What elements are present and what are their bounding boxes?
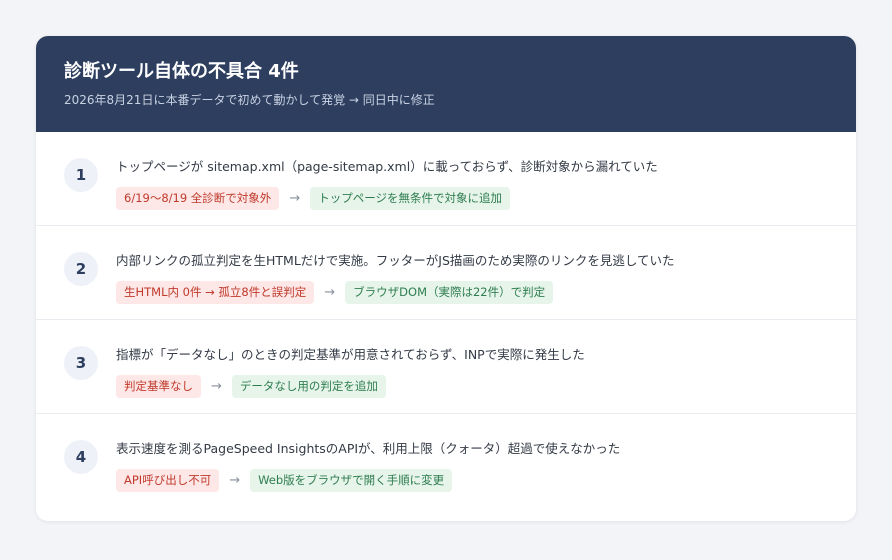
issue-description: 表示速度を測るPageSpeed InsightsのAPIが、利用上限（クォータ… — [116, 441, 621, 456]
issue-row-3: 3 指標が「データなし」のときの判定基準が用意されておらず、INPで実際に発生し… — [36, 320, 856, 414]
issue-fix-chips: 判定基準なし → データなし用の判定を追加 — [116, 375, 386, 398]
arrow-icon: → — [229, 473, 241, 488]
fix-chip: トップページを無条件で対象に追加 — [310, 187, 510, 210]
issue-number-badge: 1 — [64, 158, 98, 192]
issue-fix-chips: API呼び出し不可 → Web版をブラウザで開く手順に変更 — [116, 469, 453, 492]
arrow-icon: → — [289, 191, 301, 206]
card-title: 診断ツール自体の不具合 4件 — [64, 61, 299, 82]
issue-chip: 生HTML内 0件 → 孤立8件と誤判定 — [116, 281, 315, 304]
issue-chip: 判定基準なし — [116, 375, 201, 398]
issue-fix-chips: 6/19〜8/19 全診断で対象外 → トップページを無条件で対象に追加 — [116, 187, 510, 210]
issue-row-4: 4 表示速度を測るPageSpeed InsightsのAPIが、利用上限（クォ… — [36, 414, 856, 508]
issue-row-2: 2 内部リンクの孤立判定を生HTMLだけで実施。フッターがJS描画のため実際のリ… — [36, 226, 856, 320]
issue-chip: 6/19〜8/19 全診断で対象外 — [116, 187, 280, 210]
issue-row-1: 1 トップページが sitemap.xml（page-sitemap.xml）に… — [36, 132, 856, 226]
fix-chip: Web版をブラウザで開く手順に変更 — [250, 469, 453, 492]
issue-chip: API呼び出し不可 — [116, 469, 220, 492]
issue-description: トップページが sitemap.xml（page-sitemap.xml）に載っ… — [116, 159, 658, 174]
fix-chip: データなし用の判定を追加 — [231, 375, 386, 398]
card-header: 診断ツール自体の不具合 4件 2026年8月21日に本番データで初めて動かして発… — [36, 36, 856, 132]
card-subtitle: 2026年8月21日に本番データで初めて動かして発覚 → 同日中に修正 — [64, 93, 435, 107]
issues-card: 診断ツール自体の不具合 4件 2026年8月21日に本番データで初めて動かして発… — [36, 36, 856, 521]
issue-fix-chips: 生HTML内 0件 → 孤立8件と誤判定 → ブラウザDOM（実際は22件）で判… — [116, 281, 554, 304]
issue-number-badge: 3 — [64, 346, 98, 380]
issue-number-badge: 2 — [64, 252, 98, 286]
issue-description: 指標が「データなし」のときの判定基準が用意されておらず、INPで実際に発生した — [116, 347, 585, 362]
arrow-icon: → — [211, 379, 222, 394]
issue-number-badge: 4 — [64, 440, 98, 474]
issue-description: 内部リンクの孤立判定を生HTMLだけで実施。フッターがJS描画のため実際のリンク… — [116, 253, 675, 268]
arrow-icon: → — [324, 285, 336, 300]
fix-chip: ブラウザDOM（実際は22件）で判定 — [345, 281, 554, 304]
issue-list: 1 トップページが sitemap.xml（page-sitemap.xml）に… — [36, 132, 856, 508]
